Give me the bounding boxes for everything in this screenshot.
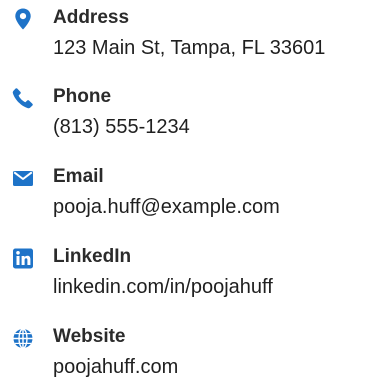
contact-label-phone: Phone — [53, 86, 112, 107]
contact-label-email: Email — [53, 166, 104, 187]
contact-value-email: pooja.huff@example.com — [53, 196, 280, 218]
phone-icon — [11, 86, 35, 110]
contact-item-phone: Phone (813) 555-1234 — [0, 80, 373, 150]
globe-icon — [11, 326, 35, 350]
contact-label-linkedin: LinkedIn — [53, 246, 132, 267]
contact-item-email: Email pooja.huff@example.com — [0, 160, 373, 230]
contact-item-linkedin: LinkedIn linkedin.com/in/poojahuff — [0, 240, 373, 310]
linkedin-icon — [11, 246, 35, 270]
envelope-icon — [11, 166, 35, 190]
contact-label-website: Website — [53, 326, 126, 347]
contact-value-linkedin: linkedin.com/in/poojahuff — [53, 276, 273, 298]
map-marker-icon — [11, 7, 35, 31]
contact-item-address: Address 123 Main St, Tampa, FL 33601 — [0, 1, 373, 71]
contact-list: Address 123 Main St, Tampa, FL 33601 Pho… — [0, 0, 373, 391]
contact-label-address: Address — [53, 7, 130, 28]
contact-value-phone: (813) 555-1234 — [53, 116, 190, 138]
contact-item-website: Website poojahuff.com — [0, 320, 373, 390]
contact-value-website: poojahuff.com — [53, 356, 179, 378]
contact-value-address: 123 Main St, Tampa, FL 33601 — [53, 37, 326, 59]
